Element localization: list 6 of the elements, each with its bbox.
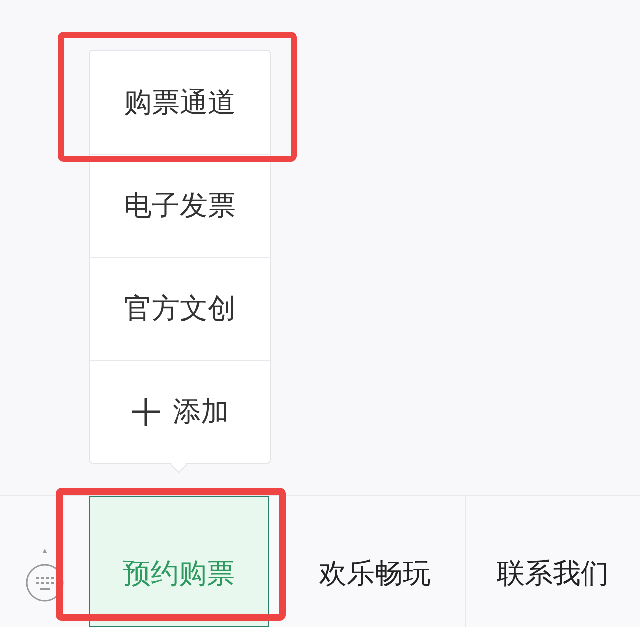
plus-icon bbox=[131, 397, 161, 427]
menu-item[interactable]: 联系我们 bbox=[466, 496, 640, 627]
submenu-item[interactable]: 购票通道 bbox=[90, 51, 270, 154]
submenu-item[interactable]: 官方文创 bbox=[90, 257, 270, 360]
submenu-item[interactable]: 电子发票 bbox=[90, 154, 270, 257]
menu-item[interactable]: 欢乐畅玩 bbox=[285, 496, 465, 627]
